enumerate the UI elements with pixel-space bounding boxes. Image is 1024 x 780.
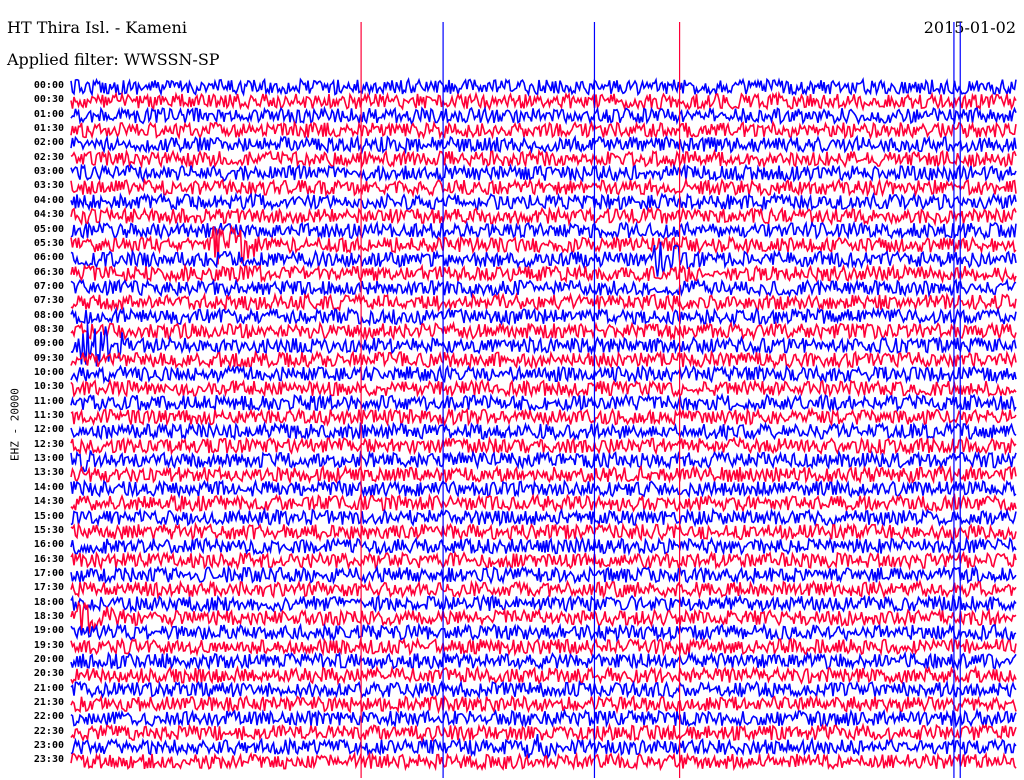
trace-1400 (70, 478, 1017, 499)
trace-0300 (70, 162, 1017, 184)
trace-2000 (70, 650, 1017, 672)
trace-0430 (70, 205, 1017, 227)
trace-1030 (70, 378, 1017, 399)
trace-2330 (70, 750, 1017, 772)
trace-1700 (70, 564, 1017, 586)
trace-2130 (70, 694, 1017, 715)
trace-2200 (70, 707, 1017, 729)
trace-1330 (70, 464, 1017, 485)
trace-0230 (70, 148, 1017, 169)
trace-1930 (70, 636, 1017, 657)
trace-0930 (70, 349, 1017, 370)
trace-1130 (70, 406, 1017, 427)
trace-1600 (70, 536, 1017, 557)
trace-1730 (70, 578, 1017, 600)
trace-0730 (70, 291, 1017, 313)
trace-1900 (70, 622, 1017, 643)
trace-1300 (70, 449, 1017, 473)
trace-0700 (70, 277, 1017, 299)
trace-0330 (70, 176, 1017, 198)
trace-1530 (70, 521, 1017, 543)
trace-1100 (70, 392, 1017, 413)
trace-0630 (70, 263, 1017, 284)
trace-0400 (70, 191, 1017, 212)
trace-1000 (70, 364, 1017, 385)
trace-1630 (70, 550, 1017, 571)
trace-1200 (70, 420, 1017, 442)
trace-1230 (70, 435, 1017, 456)
trace-1800 (70, 593, 1017, 614)
trace-0030 (70, 90, 1017, 112)
trace-2030 (70, 664, 1017, 686)
trace-0000 (70, 77, 1017, 98)
trace-0130 (70, 119, 1017, 140)
trace-1430 (70, 492, 1017, 514)
trace-0830 (70, 320, 1017, 342)
trace-0800 (70, 306, 1017, 327)
trace-0100 (70, 105, 1017, 126)
helicorder-plot (70, 22, 1017, 778)
trace-1500 (70, 507, 1017, 528)
trace-2100 (70, 679, 1017, 700)
trace-0200 (70, 134, 1017, 155)
trace-2230 (70, 722, 1017, 744)
